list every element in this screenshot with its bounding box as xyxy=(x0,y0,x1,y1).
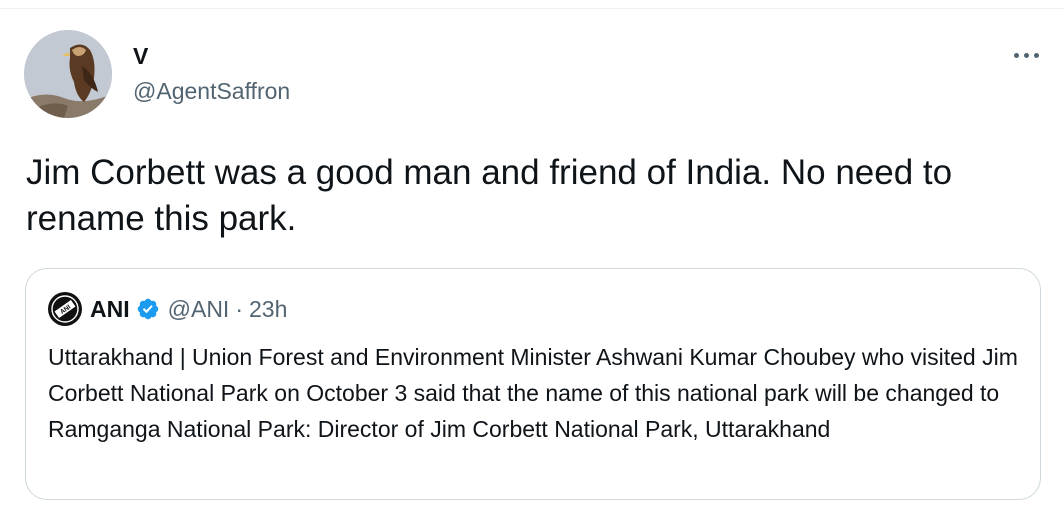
ani-avatar[interactable]: ANI xyxy=(48,292,82,326)
more-options-button[interactable] xyxy=(1008,42,1044,68)
more-horizontal-icon xyxy=(1013,52,1019,58)
separator-dot: · xyxy=(235,295,243,322)
quoted-tweet-text: Uttarakhand | Union Forest and Environme… xyxy=(48,344,1018,442)
more-horizontal-icon-dot xyxy=(1033,52,1039,58)
user-avatar[interactable] xyxy=(24,30,112,118)
eagle-avatar-image xyxy=(24,30,112,118)
user-handle[interactable]: @AgentSaffron xyxy=(133,77,290,105)
verified-badge-icon xyxy=(136,297,160,321)
display-name[interactable]: V xyxy=(133,42,148,70)
tweet-text: Jim Corbett was a good man and friend of… xyxy=(26,153,953,238)
quoted-handle[interactable]: @ANI xyxy=(168,296,230,323)
more-horizontal-icon-dot xyxy=(1023,52,1029,58)
quoted-timestamp[interactable]: 23h xyxy=(249,296,287,323)
quoted-tweet-header: ANI ANI @ANI · 23h xyxy=(48,291,287,327)
quoted-display-name[interactable]: ANI xyxy=(90,296,130,323)
quoted-tweet-card[interactable]: ANI ANI @ANI · 23h Uttarakhand | Union F… xyxy=(25,268,1041,500)
top-divider xyxy=(0,8,1064,9)
ani-logo-icon: ANI xyxy=(49,293,81,325)
